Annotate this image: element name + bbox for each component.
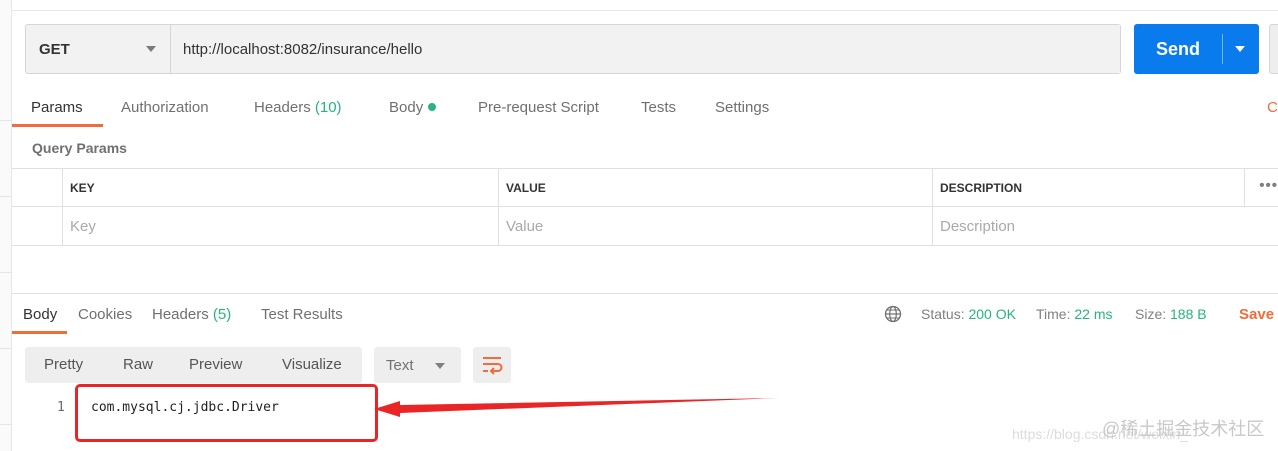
key-input[interactable]: Key <box>62 207 498 245</box>
format-select[interactable]: Text <box>374 347 461 383</box>
format-label: Text <box>386 356 414 374</box>
request-tabs: Params Authorization Headers (10) Body P… <box>12 96 1278 128</box>
table-row: Key Value Description <box>12 207 1278 245</box>
column-value: VALUE <box>498 169 932 207</box>
view-raw-button[interactable]: Raw <box>123 356 153 373</box>
description-input[interactable]: Description <box>932 207 1278 245</box>
headers-count-badge: (10) <box>314 99 342 116</box>
save-response-button[interactable]: Save <box>1239 306 1274 323</box>
response-tab-headers[interactable]: Headers (5) <box>152 306 231 323</box>
tab-headers[interactable]: Headers (10) <box>254 99 342 116</box>
send-options-chevron-icon[interactable] <box>1223 24 1259 74</box>
query-params-table: KEY VALUE DESCRIPTION ••• Key Value Desc… <box>12 168 1278 246</box>
status-label: Status: <box>921 306 965 322</box>
response-divider <box>12 293 1278 294</box>
query-params-title: Query Params <box>32 140 127 156</box>
view-preview-button[interactable]: Preview <box>189 356 242 373</box>
response-headers-count-badge: (5) <box>212 306 232 323</box>
time-label: Time: <box>1036 306 1071 322</box>
column-key: KEY <box>62 169 498 207</box>
time-value[interactable]: 22 ms <box>1074 306 1112 322</box>
url-text: http://localhost:8082/insurance/hello <box>183 40 423 58</box>
more-options-icon[interactable]: ••• <box>1259 177 1278 194</box>
wrap-lines-button[interactable] <box>473 347 511 383</box>
save-button-edge[interactable] <box>1269 24 1278 74</box>
params-tab-underline <box>12 124 103 127</box>
cookies-link[interactable]: C <box>1267 99 1278 116</box>
value-input[interactable]: Value <box>498 207 932 245</box>
tab-params[interactable]: Params <box>31 99 83 116</box>
response-tab-cookies[interactable]: Cookies <box>78 306 132 323</box>
status-readout: Status: 200 OK <box>921 306 1016 322</box>
time-readout: Time: 22 ms <box>1036 306 1113 322</box>
view-pretty-button[interactable]: Pretty <box>44 356 83 373</box>
response-tab-headers-label: Headers <box>152 306 209 323</box>
annotation-highlight-box <box>75 384 378 442</box>
bulk-edit-cell: ••• <box>1244 169 1278 207</box>
watermark-brand: @稀土掘金技术社区 <box>1102 419 1265 439</box>
status-value[interactable]: 200 OK <box>968 306 1015 322</box>
request-bar: GET http://localhost:8082/insurance/hell… <box>25 24 1121 74</box>
size-readout: Size: 188 B <box>1135 306 1207 322</box>
chevron-down-icon <box>146 46 156 52</box>
tab-body[interactable]: Body <box>389 99 437 116</box>
tab-settings[interactable]: Settings <box>715 99 769 116</box>
url-input[interactable]: http://localhost:8082/insurance/hello <box>171 25 1120 73</box>
tab-body-label: Body <box>389 99 424 116</box>
send-label: Send <box>1155 38 1200 59</box>
response-tab-test-results[interactable]: Test Results <box>261 306 343 323</box>
response-body-tab-underline <box>12 331 67 334</box>
tab-tests[interactable]: Tests <box>641 99 676 116</box>
method-label: GET <box>39 40 70 58</box>
tab-pre-request-script[interactable]: Pre-request Script <box>478 99 599 116</box>
line-number: 1 <box>57 400 65 415</box>
column-description: DESCRIPTION <box>932 169 1244 207</box>
size-label: Size: <box>1135 306 1167 322</box>
top-divider <box>12 10 1278 11</box>
view-visualize-button[interactable]: Visualize <box>282 356 342 373</box>
tab-headers-label: Headers <box>254 99 311 116</box>
response-tab-body[interactable]: Body <box>23 306 57 323</box>
table-header-row: KEY VALUE DESCRIPTION ••• <box>12 169 1278 207</box>
globe-icon[interactable] <box>884 305 902 323</box>
tab-authorization[interactable]: Authorization <box>121 99 209 116</box>
send-button[interactable]: Send <box>1134 24 1259 74</box>
size-value[interactable]: 188 B <box>1170 306 1207 322</box>
chevron-down-icon <box>435 363 445 369</box>
view-mode-group: Pretty Raw Preview Visualize <box>25 347 362 383</box>
body-indicator-dot-icon <box>428 103 437 111</box>
wrap-lines-icon <box>483 357 503 375</box>
method-select[interactable]: GET <box>26 25 171 73</box>
left-sidebar-edge <box>0 0 12 451</box>
